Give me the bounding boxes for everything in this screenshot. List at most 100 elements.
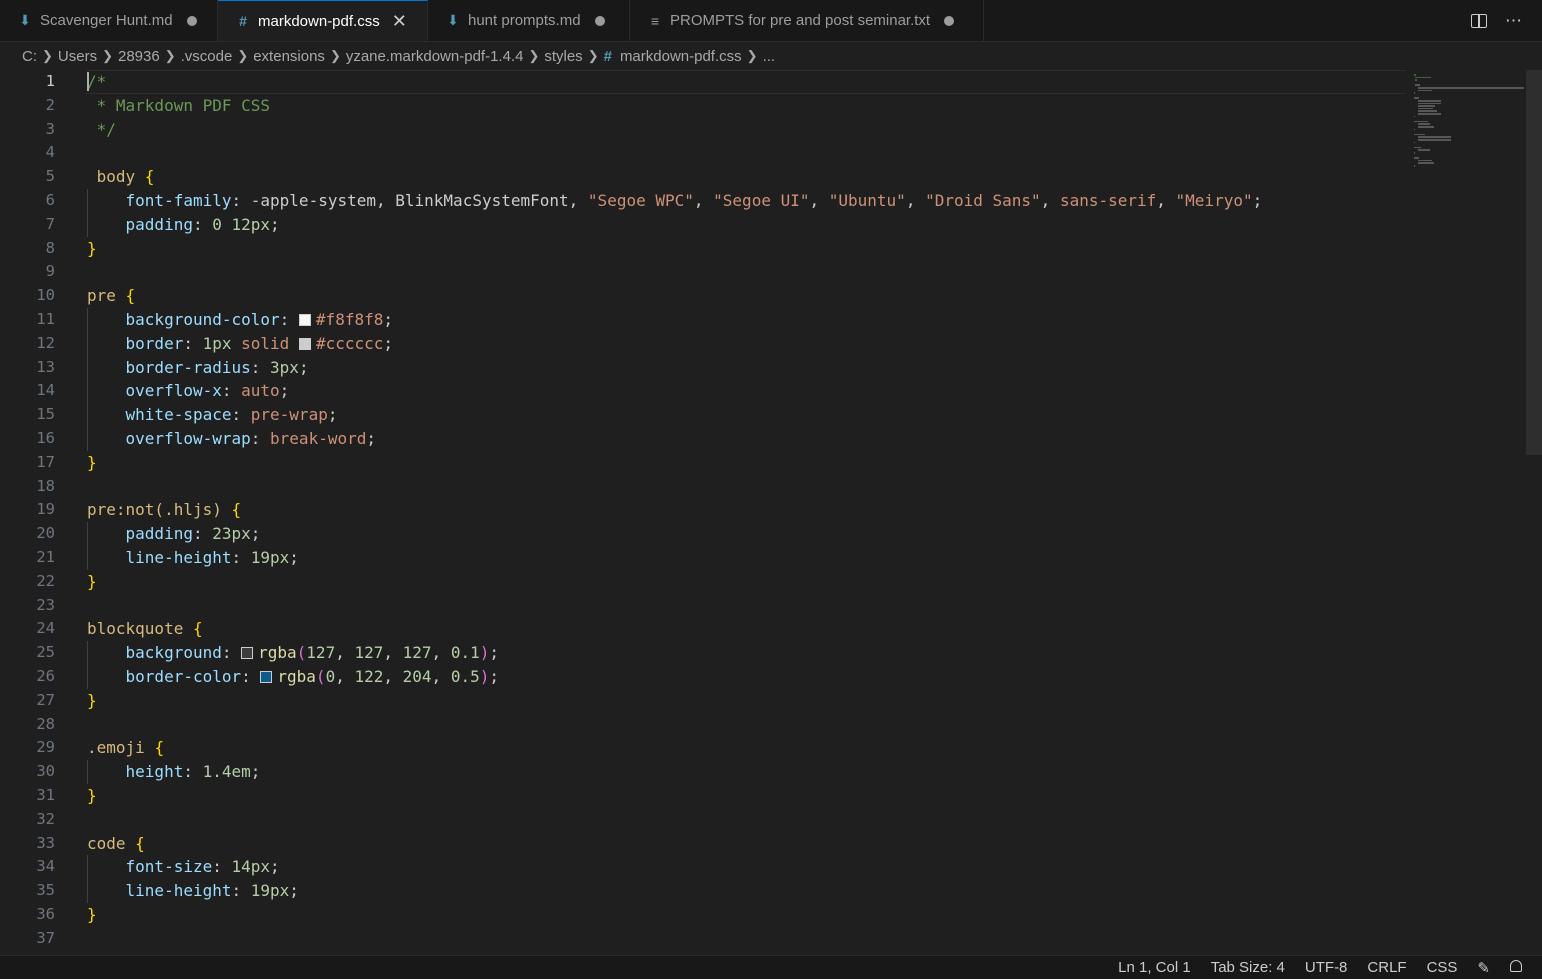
tab-label: hunt prompts.md: [468, 12, 581, 29]
chevron-right-icon: ❯: [587, 48, 599, 63]
color-swatch[interactable]: [298, 337, 311, 350]
breadcrumb-user[interactable]: 28936: [118, 48, 160, 65]
more-actions-icon[interactable]: ⋯: [1505, 11, 1522, 31]
code-line[interactable]: 4: [0, 141, 1405, 165]
tab-scavenger-hunt[interactable]: ⬇ Scavenger Hunt.md: [0, 0, 218, 41]
code-editor[interactable]: 1/* 2 * Markdown PDF CSS 3 */4 5 body {6 fo…: [0, 70, 1542, 955]
line-number: 36: [36, 905, 55, 923]
code-line[interactable]: 25 background: rgba(127, 127, 127, 0.1);: [0, 641, 1405, 665]
breadcrumb-extension[interactable]: yzane.markdown-pdf-1.4.4: [346, 48, 524, 65]
code-line[interactable]: 9: [0, 260, 1405, 284]
scrollbar-thumb[interactable]: [1526, 70, 1542, 455]
code-line[interactable]: 26 border-color: rgba(0, 122, 204, 0.5);: [0, 665, 1405, 689]
minimap-line: [1417, 136, 1451, 138]
bell-icon[interactable]: [1510, 959, 1522, 976]
code-line[interactable]: 33 code {: [0, 832, 1405, 856]
code-line[interactable]: 12 border: 1px solid #cccccc;: [0, 332, 1405, 356]
breadcrumb-symbols[interactable]: ...: [763, 48, 776, 65]
code-line[interactable]: 22}: [0, 570, 1405, 594]
copilot-icon[interactable]: ✎: [1477, 959, 1490, 977]
code-line[interactable]: 7 padding: 0 12px;: [0, 213, 1405, 237]
line-number: 30: [36, 762, 55, 781]
breadcrumb-extensions[interactable]: extensions: [253, 48, 325, 65]
code-line[interactable]: 21 line-height: 19px;: [0, 546, 1405, 570]
code-line[interactable]: 8}: [0, 237, 1405, 261]
tab-size[interactable]: Tab Size: 4: [1211, 959, 1285, 976]
chevron-right-icon: ❯: [528, 48, 540, 63]
breadcrumb-drive[interactable]: C:: [22, 48, 37, 65]
code-line[interactable]: 34 font-size: 14px;: [0, 855, 1405, 879]
code-line[interactable]: 10 pre {: [0, 284, 1405, 308]
tab-label: PROMPTS for pre and post seminar.txt: [670, 12, 931, 29]
code-text: border-radius: 3px;: [125, 357, 309, 377]
close-icon[interactable]: ✕: [392, 11, 407, 32]
color-swatch[interactable]: [260, 671, 273, 683]
code-line[interactable]: 37: [0, 927, 1405, 951]
breadcrumb-vscode[interactable]: .vscode: [181, 48, 233, 65]
code-line[interactable]: 1 /*: [0, 70, 1406, 94]
line-number: 31: [36, 786, 55, 804]
cursor-position[interactable]: Ln 1, Col 1: [1118, 959, 1191, 976]
breadcrumb-styles[interactable]: styles: [544, 48, 582, 65]
unsaved-dot-icon[interactable]: [944, 15, 955, 26]
line-number: 23: [36, 595, 55, 614]
unsaved-dot-icon[interactable]: [186, 15, 197, 26]
code-line[interactable]: 17}: [0, 451, 1405, 475]
code-line[interactable]: 2 * Markdown PDF CSS: [0, 94, 1405, 118]
split-editor-icon[interactable]: [1471, 13, 1487, 28]
color-swatch[interactable]: [241, 647, 254, 660]
indent-guide: [87, 641, 88, 689]
code-line[interactable]: 27}: [0, 689, 1405, 713]
tab-markdown-pdf-css[interactable]: # markdown-pdf.css ✕: [218, 0, 428, 41]
code-line[interactable]: 23: [0, 594, 1405, 618]
code-line[interactable]: 28: [0, 713, 1405, 737]
tab-label: markdown-pdf.css: [258, 12, 380, 30]
code-line[interactable]: 24 blockquote {: [0, 617, 1405, 641]
code-line[interactable]: 6 font-family: -apple-system, BlinkMacSy…: [0, 189, 1405, 213]
line-number: 35: [36, 881, 55, 900]
code-line[interactable]: 3 */: [0, 118, 1405, 142]
code-text: line-height: 19px;: [125, 881, 299, 901]
editor-tab-bar: ⬇ Scavenger Hunt.md # markdown-pdf.css ✕…: [0, 0, 1542, 42]
minimap[interactable]: [1410, 70, 1525, 180]
code-line[interactable]: 14 overflow-x: auto;: [0, 379, 1405, 403]
line-number: 26: [36, 667, 55, 685]
code-line[interactable]: 15 white-space: pre-wrap;: [0, 403, 1405, 427]
tab-prompts-seminar[interactable]: ≡ PROMPTS for pre and post seminar.txt: [630, 0, 984, 41]
code-line[interactable]: 13 border-radius: 3px;: [0, 356, 1405, 380]
unsaved-dot-icon[interactable]: [594, 15, 605, 26]
code-line[interactable]: 35 line-height: 19px;: [0, 879, 1405, 903]
code-line[interactable]: 16 overflow-wrap: break-word;: [0, 427, 1405, 451]
code-line[interactable]: 5 body {: [0, 165, 1405, 189]
minimap-line: [1414, 74, 1416, 76]
minimap-line: [1414, 146, 1422, 149]
breadcrumb: C: ❯ Users ❯ 28936 ❯ .vscode ❯ extensions ❯ y…: [0, 42, 1542, 70]
breadcrumb-file[interactable]: markdown-pdf.css: [620, 48, 742, 65]
vertical-scrollbar[interactable]: [1526, 70, 1542, 955]
breadcrumb-users[interactable]: Users: [58, 48, 97, 65]
file-encoding[interactable]: UTF-8: [1305, 959, 1348, 976]
minimap-line: [1414, 76, 1432, 79]
indent-guide: [87, 760, 88, 784]
code-line[interactable]: 20 padding: 23px;: [0, 522, 1405, 546]
code-line[interactable]: 32: [0, 808, 1405, 832]
minimap-line: [1414, 141, 1415, 144]
line-number: 11: [36, 310, 55, 328]
color-swatch[interactable]: [298, 314, 311, 326]
chevron-right-icon: ❯: [746, 48, 758, 63]
code-line[interactable]: 18: [0, 475, 1405, 499]
code-line[interactable]: 19 pre:not(.hljs) {: [0, 498, 1405, 522]
code-line[interactable]: 11 background-color: #f8f8f8;: [0, 308, 1405, 332]
code-line[interactable]: 36}: [0, 903, 1405, 927]
code-line[interactable]: 29 .emoji {: [0, 736, 1405, 760]
current-line-highlight: [86, 70, 1406, 94]
code-text: padding: 23px;: [125, 524, 261, 544]
line-number: 25: [36, 643, 55, 662]
line-number: 16: [36, 429, 55, 447]
end-of-line[interactable]: CRLF: [1367, 959, 1406, 976]
language-mode[interactable]: CSS: [1427, 959, 1458, 976]
tab-hunt-prompts[interactable]: ⬇ hunt prompts.md: [428, 0, 630, 41]
code-line[interactable]: 30 height: 1.4em;: [0, 760, 1405, 784]
code-line[interactable]: 31}: [0, 784, 1405, 808]
code-text: body {: [87, 167, 155, 187]
